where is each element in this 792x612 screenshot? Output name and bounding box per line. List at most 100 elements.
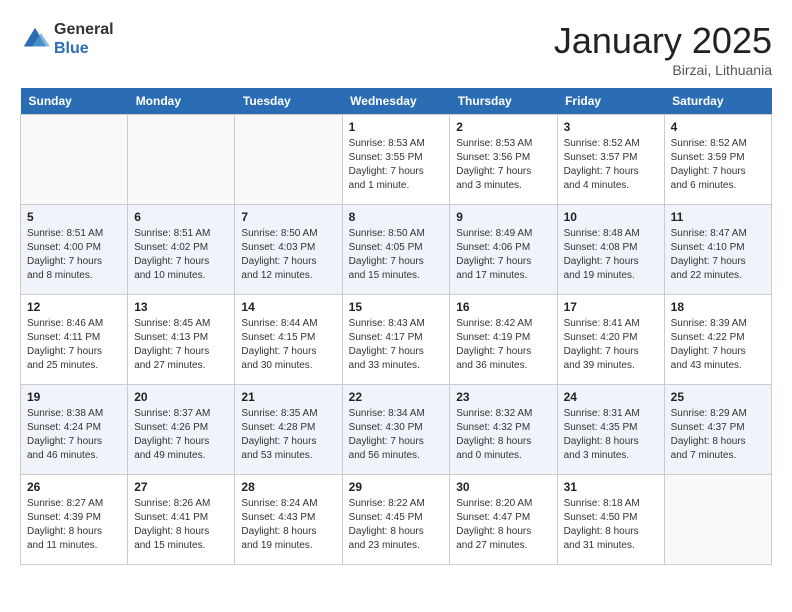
calendar-cell (128, 115, 235, 205)
day-info: Sunrise: 8:51 AM Sunset: 4:00 PM Dayligh… (27, 227, 121, 283)
calendar-cell: 9 Sunrise: 8:49 AM Sunset: 4:06 PM Daylig… (450, 205, 557, 295)
title-area: January 2025 Birzai, Lithuania (554, 20, 772, 78)
day-number: 20 (134, 390, 228, 404)
calendar-cell: 10Sunrise: 8:48 AM Sunset: 4:08 PM Dayli… (557, 205, 664, 295)
logo-blue: Blue (54, 39, 114, 58)
day-info: Sunrise: 8:35 AM Sunset: 4:28 PM Dayligh… (241, 407, 335, 463)
day-info: Sunrise: 8:31 AM Sunset: 4:35 PM Dayligh… (564, 407, 658, 463)
day-number: 24 (564, 390, 658, 404)
day-number: 26 (27, 480, 121, 494)
day-info: Sunrise: 8:26 AM Sunset: 4:41 PM Dayligh… (134, 497, 228, 553)
day-info: Sunrise: 8:52 AM Sunset: 3:57 PM Dayligh… (564, 137, 658, 193)
calendar-cell: 7 Sunrise: 8:50 AM Sunset: 4:03 PM Daylig… (235, 205, 342, 295)
calendar-cell: 14 Sunrise: 8:44 AM Sunset: 4:15 PM Dayli… (235, 295, 342, 385)
day-header-sunday: Sunday (21, 88, 128, 115)
calendar-week-4: 19Sunrise: 8:38 AM Sunset: 4:24 PM Dayli… (21, 385, 772, 475)
day-number: 3 (564, 120, 658, 134)
day-info: Sunrise: 8:29 AM Sunset: 4:37 PM Dayligh… (671, 407, 765, 463)
calendar-cell: 26 Sunrise: 8:27 AM Sunset: 4:39 PM Dayli… (21, 475, 128, 565)
calendar-cell: 22 Sunrise: 8:34 AM Sunset: 4:30 PM Dayli… (342, 385, 450, 475)
calendar-cell: 20 Sunrise: 8:37 AM Sunset: 4:26 PM Dayli… (128, 385, 235, 475)
day-number: 18 (671, 300, 765, 314)
day-info: Sunrise: 8:53 AM Sunset: 3:56 PM Dayligh… (456, 137, 550, 193)
day-info: Sunrise: 8:39 AM Sunset: 4:22 PM Dayligh… (671, 317, 765, 373)
day-number: 21 (241, 390, 335, 404)
day-info: Sunrise: 8:48 AM Sunset: 4:08 PM Dayligh… (564, 227, 658, 283)
calendar-cell: 28 Sunrise: 8:24 AM Sunset: 4:43 PM Dayli… (235, 475, 342, 565)
logo-icon (20, 24, 50, 54)
day-header-saturday: Saturday (664, 88, 771, 115)
calendar-header-row: SundayMondayTuesdayWednesdayThursdayFrid… (21, 88, 772, 115)
calendar-cell: 21 Sunrise: 8:35 AM Sunset: 4:28 PM Dayli… (235, 385, 342, 475)
day-number: 16 (456, 300, 550, 314)
calendar-cell: 6 Sunrise: 8:51 AM Sunset: 4:02 PM Daylig… (128, 205, 235, 295)
day-number: 11 (671, 210, 765, 224)
calendar-cell (664, 475, 771, 565)
calendar-cell: 5 Sunrise: 8:51 AM Sunset: 4:00 PM Daylig… (21, 205, 128, 295)
calendar-cell: 13 Sunrise: 8:45 AM Sunset: 4:13 PM Dayli… (128, 295, 235, 385)
day-number: 2 (456, 120, 550, 134)
day-number: 17 (564, 300, 658, 314)
day-info: Sunrise: 8:45 AM Sunset: 4:13 PM Dayligh… (134, 317, 228, 373)
calendar-cell (235, 115, 342, 205)
day-info: Sunrise: 8:51 AM Sunset: 4:02 PM Dayligh… (134, 227, 228, 283)
calendar-cell: 24 Sunrise: 8:31 AM Sunset: 4:35 PM Dayli… (557, 385, 664, 475)
calendar-cell: 29Sunrise: 8:22 AM Sunset: 4:45 PM Dayli… (342, 475, 450, 565)
day-number: 8 (349, 210, 444, 224)
day-info: Sunrise: 8:50 AM Sunset: 4:03 PM Dayligh… (241, 227, 335, 283)
calendar-week-1: 1 Sunrise: 8:53 AM Sunset: 3:55 PM Daylig… (21, 115, 772, 205)
logo-text: General Blue (54, 20, 114, 58)
day-info: Sunrise: 8:52 AM Sunset: 3:59 PM Dayligh… (671, 137, 765, 193)
calendar-cell: 4Sunrise: 8:52 AM Sunset: 3:59 PM Daylig… (664, 115, 771, 205)
day-info: Sunrise: 8:41 AM Sunset: 4:20 PM Dayligh… (564, 317, 658, 373)
day-number: 19 (27, 390, 121, 404)
calendar-week-2: 5 Sunrise: 8:51 AM Sunset: 4:00 PM Daylig… (21, 205, 772, 295)
day-number: 12 (27, 300, 121, 314)
logo-general: General (54, 20, 114, 39)
day-info: Sunrise: 8:18 AM Sunset: 4:50 PM Dayligh… (564, 497, 658, 553)
day-number: 14 (241, 300, 335, 314)
calendar-week-5: 26 Sunrise: 8:27 AM Sunset: 4:39 PM Dayli… (21, 475, 772, 565)
calendar-cell: 8Sunrise: 8:50 AM Sunset: 4:05 PM Daylig… (342, 205, 450, 295)
day-info: Sunrise: 8:24 AM Sunset: 4:43 PM Dayligh… (241, 497, 335, 553)
day-header-wednesday: Wednesday (342, 88, 450, 115)
day-info: Sunrise: 8:34 AM Sunset: 4:30 PM Dayligh… (349, 407, 444, 463)
day-info: Sunrise: 8:32 AM Sunset: 4:32 PM Dayligh… (456, 407, 550, 463)
calendar-cell: 15Sunrise: 8:43 AM Sunset: 4:17 PM Dayli… (342, 295, 450, 385)
calendar: SundayMondayTuesdayWednesdayThursdayFrid… (20, 88, 772, 565)
day-number: 1 (349, 120, 444, 134)
calendar-cell: 1 Sunrise: 8:53 AM Sunset: 3:55 PM Daylig… (342, 115, 450, 205)
day-number: 28 (241, 480, 335, 494)
day-number: 7 (241, 210, 335, 224)
calendar-cell: 2 Sunrise: 8:53 AM Sunset: 3:56 PM Daylig… (450, 115, 557, 205)
day-number: 15 (349, 300, 444, 314)
calendar-cell: 27 Sunrise: 8:26 AM Sunset: 4:41 PM Dayli… (128, 475, 235, 565)
day-info: Sunrise: 8:27 AM Sunset: 4:39 PM Dayligh… (27, 497, 121, 553)
day-number: 5 (27, 210, 121, 224)
logo: General Blue (20, 20, 114, 58)
calendar-cell: 25Sunrise: 8:29 AM Sunset: 4:37 PM Dayli… (664, 385, 771, 475)
day-header-tuesday: Tuesday (235, 88, 342, 115)
calendar-cell: 18 Sunrise: 8:39 AM Sunset: 4:22 PM Dayli… (664, 295, 771, 385)
day-number: 27 (134, 480, 228, 494)
day-info: Sunrise: 8:22 AM Sunset: 4:45 PM Dayligh… (349, 497, 444, 553)
day-number: 9 (456, 210, 550, 224)
month-title: January 2025 (554, 20, 772, 62)
day-header-monday: Monday (128, 88, 235, 115)
day-info: Sunrise: 8:20 AM Sunset: 4:47 PM Dayligh… (456, 497, 550, 553)
calendar-cell: 12 Sunrise: 8:46 AM Sunset: 4:11 PM Dayli… (21, 295, 128, 385)
day-info: Sunrise: 8:44 AM Sunset: 4:15 PM Dayligh… (241, 317, 335, 373)
day-info: Sunrise: 8:53 AM Sunset: 3:55 PM Dayligh… (349, 137, 444, 193)
day-number: 22 (349, 390, 444, 404)
calendar-cell: 19Sunrise: 8:38 AM Sunset: 4:24 PM Dayli… (21, 385, 128, 475)
day-number: 6 (134, 210, 228, 224)
day-info: Sunrise: 8:46 AM Sunset: 4:11 PM Dayligh… (27, 317, 121, 373)
day-info: Sunrise: 8:49 AM Sunset: 4:06 PM Dayligh… (456, 227, 550, 283)
day-info: Sunrise: 8:37 AM Sunset: 4:26 PM Dayligh… (134, 407, 228, 463)
calendar-cell (21, 115, 128, 205)
calendar-cell: 17 Sunrise: 8:41 AM Sunset: 4:20 PM Dayli… (557, 295, 664, 385)
day-number: 13 (134, 300, 228, 314)
day-header-friday: Friday (557, 88, 664, 115)
calendar-cell: 16Sunrise: 8:42 AM Sunset: 4:19 PM Dayli… (450, 295, 557, 385)
calendar-cell: 31Sunrise: 8:18 AM Sunset: 4:50 PM Dayli… (557, 475, 664, 565)
